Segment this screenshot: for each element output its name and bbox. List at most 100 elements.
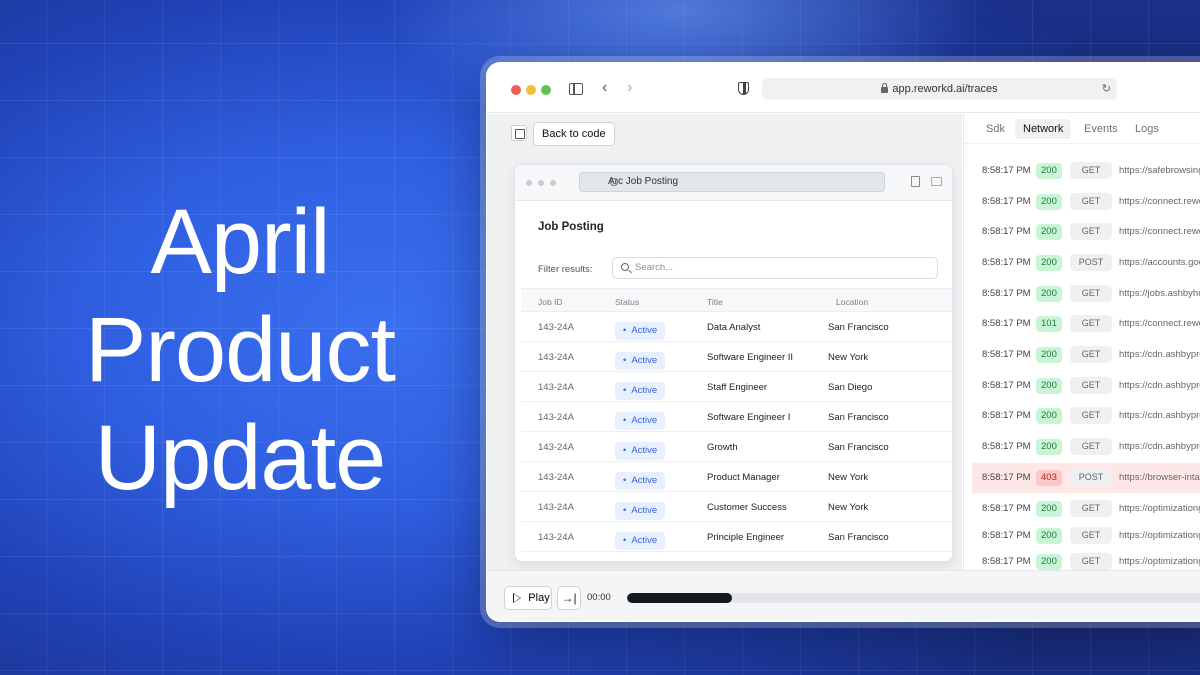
job-id: 143-24A — [538, 502, 574, 513]
request-time: 8:58:17 PM — [982, 556, 1031, 567]
job-location: San Francisco — [828, 412, 889, 423]
back-to-code-button[interactable]: Back to code — [533, 122, 615, 146]
address-bar-url: app.reworkd.ai/traces — [892, 83, 998, 95]
request-time: 8:58:17 PM — [982, 196, 1031, 207]
table-row[interactable]: 143-24A Active Software Engineer II New … — [521, 342, 952, 372]
tab-network[interactable]: Network — [1015, 119, 1072, 139]
request-url: https://jobs.ashbyhq — [1119, 288, 1200, 299]
job-title: Product Manager — [707, 472, 780, 483]
request-url: https://optimizationg — [1119, 556, 1200, 567]
job-title: Growth — [707, 442, 738, 453]
column-header-title[interactable]: Title — [707, 297, 723, 307]
devtools-pane: Sdk Network Events Logs 8:58:17 PM 200 GET… — [963, 114, 1200, 570]
chevron-left-icon[interactable]: ‹ — [602, 79, 607, 97]
network-request-row[interactable]: 8:58:17 PM 200 GET https://cdn.ashbyprd — [972, 401, 1200, 431]
network-request-row[interactable]: 8:58:17 PM 200 GET https://connect.rewo — [972, 217, 1200, 247]
table-header: Job ID Status Title Location — [521, 288, 952, 312]
request-method: GET — [1070, 500, 1112, 517]
request-url: https://connect.rewo — [1119, 226, 1200, 237]
tab-events[interactable]: Events — [1076, 119, 1126, 139]
network-request-row[interactable]: 8:58:17 PM 200 POST https://accounts.goo — [972, 248, 1200, 278]
network-request-row[interactable]: 8:58:17 PM 200 GET https://cdn.ashbyprd — [972, 371, 1200, 401]
request-time: 8:58:17 PM — [982, 441, 1031, 452]
inner-window-dot — [526, 180, 532, 186]
sidebar-icon[interactable] — [569, 83, 583, 95]
job-location: San Francisco — [828, 442, 889, 453]
network-request-row[interactable]: 8:58:17 PM 200 GET https://optimizationg — [972, 494, 1200, 524]
status-badge: Active — [615, 352, 666, 370]
column-header-status[interactable]: Status — [615, 297, 639, 307]
add-tab-icon[interactable] — [911, 176, 920, 187]
column-header-location[interactable]: Location — [836, 297, 868, 307]
network-request-row[interactable]: 8:58:17 PM 200 GET https://cdn.ashbyprd — [972, 340, 1200, 370]
request-method: POST — [1070, 469, 1112, 486]
request-url: https://connect.rewo — [1119, 318, 1200, 329]
tab-logs[interactable]: Logs — [1127, 119, 1167, 139]
request-url: https://cdn.ashbyprd — [1119, 441, 1200, 452]
network-request-row[interactable]: 8:58:17 PM 101 GET https://connect.rewo — [972, 309, 1200, 339]
table-row[interactable]: 143-24A Active Principle Engineer San Fr… — [521, 522, 952, 552]
job-id: 143-24A — [538, 412, 574, 423]
request-time: 8:58:17 PM — [982, 288, 1031, 299]
close-window-button[interactable] — [511, 85, 521, 95]
inner-window-dot — [550, 180, 556, 186]
headline-line-3: Update — [94, 407, 387, 509]
status-badge: Active — [615, 322, 666, 340]
request-time: 8:58:17 PM — [982, 226, 1031, 237]
table-row[interactable]: 143-24A Active Staff Engineer San Diego — [521, 372, 952, 402]
request-method: GET — [1070, 346, 1112, 363]
play-button[interactable]: Play — [504, 586, 552, 610]
reload-icon[interactable]: ↻ — [1102, 82, 1111, 95]
request-time: 8:58:17 PM — [982, 530, 1031, 541]
network-request-row[interactable]: 8:58:17 PM 200 GET https://jobs.ashbyhq — [972, 279, 1200, 309]
table-row[interactable]: 143-24A Active Product Manager New York — [521, 462, 952, 492]
headline: April Product Update — [60, 188, 420, 512]
request-time: 8:58:17 PM — [982, 257, 1031, 268]
status-code-badge: 200 — [1036, 194, 1062, 210]
playback-scrubber[interactable] — [627, 593, 1200, 603]
job-title: Data Analyst — [707, 322, 761, 333]
status-code-badge: 200 — [1036, 163, 1062, 179]
headline-line-1: April — [150, 191, 330, 293]
chevron-right-icon[interactable]: › — [627, 79, 632, 97]
minimize-window-button[interactable] — [526, 85, 536, 95]
request-time: 8:58:17 PM — [982, 318, 1031, 329]
preview-pane: Back to code Arc Job Posting Job Posting… — [487, 114, 962, 570]
job-table: Job ID Status Title Location 143-24A Act… — [521, 288, 952, 552]
request-method: GET — [1070, 285, 1112, 302]
table-row[interactable]: 143-24A Active Growth San Francisco — [521, 432, 952, 462]
status-code-badge: 200 — [1036, 255, 1062, 271]
search-input[interactable]: Search... — [612, 257, 938, 279]
inner-address-bar[interactable]: Arc Job Posting — [579, 172, 885, 192]
panel-toggle-icon[interactable] — [511, 125, 527, 141]
job-title: Staff Engineer — [707, 382, 768, 393]
column-header-job-id[interactable]: Job ID — [538, 297, 563, 307]
request-url: https://cdn.ashbyprd — [1119, 410, 1200, 421]
devtools-tabs: Sdk Network Events Logs — [964, 114, 1200, 144]
network-request-row[interactable]: 8:58:17 PM 403 POST https://browser-intak — [972, 463, 1200, 493]
network-request-row[interactable]: 8:58:17 PM 200 GET https://connect.rewo — [972, 187, 1200, 217]
request-method: POST — [1070, 254, 1112, 271]
request-url: https://cdn.ashbyprd — [1119, 380, 1200, 391]
shield-icon[interactable] — [738, 82, 749, 95]
skip-end-button[interactable]: →| — [557, 586, 581, 610]
table-row[interactable]: 143-24A Active Customer Success New York — [521, 492, 952, 522]
status-badge: Active — [615, 472, 666, 490]
inner-window-dot — [538, 180, 544, 186]
request-time: 8:58:17 PM — [982, 349, 1031, 360]
tab-sdk[interactable]: Sdk — [978, 119, 1013, 139]
maximize-window-button[interactable] — [541, 85, 551, 95]
job-title: Customer Success — [707, 502, 787, 513]
split-view-icon[interactable] — [931, 177, 942, 186]
address-bar[interactable]: app.reworkd.ai/traces ↻ — [762, 78, 1117, 100]
job-title: Software Engineer II — [707, 352, 794, 363]
network-request-row[interactable]: 8:58:17 PM 200 GET https://safebrowsing — [972, 156, 1200, 186]
browser-window: ‹ › app.reworkd.ai/traces ↻ Back to code… — [486, 62, 1200, 622]
page-title: Job Posting — [538, 221, 604, 233]
table-row[interactable]: 143-24A Active Software Engineer I San F… — [521, 402, 952, 432]
table-row[interactable]: 143-24A Active Data Analyst San Francisc… — [521, 312, 952, 342]
inner-browser-bar: Arc Job Posting — [515, 165, 952, 201]
request-time: 8:58:17 PM — [982, 503, 1031, 514]
network-request-row[interactable]: 8:58:17 PM 200 GET https://cdn.ashbyprd — [972, 432, 1200, 462]
job-id: 143-24A — [538, 532, 574, 543]
